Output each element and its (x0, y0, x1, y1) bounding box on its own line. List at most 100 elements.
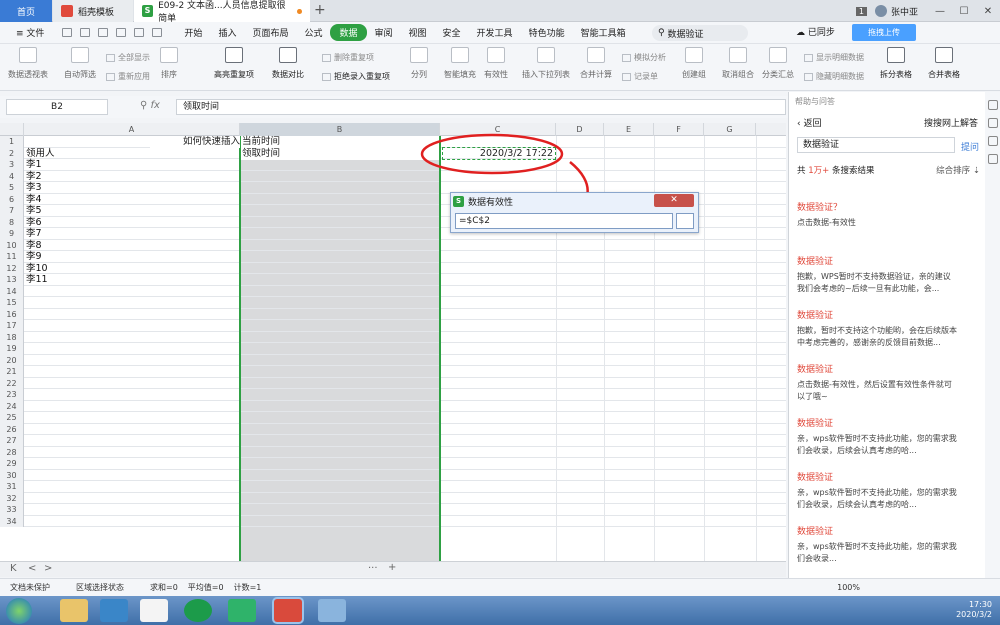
menu-developer[interactable]: 开发工具 (469, 26, 521, 39)
show-all-button[interactable]: 全部显示 (106, 52, 150, 63)
cell-a[interactable]: 李5 (26, 205, 42, 217)
reject-duplicates-button[interactable]: 拒绝录入重复项 (322, 71, 390, 82)
row-header[interactable]: 6 (0, 193, 24, 205)
row-header[interactable]: 19 (0, 343, 24, 355)
list-item[interactable]: 数据验证 亲，wps软件暂时不支持此功能，您的需求我们会收录，后续会认真考虑的哈.… (797, 470, 957, 511)
cell-a[interactable]: 李9 (26, 251, 42, 263)
result-title[interactable]: 数据验证 (797, 470, 957, 483)
menu-data[interactable]: 数据 (330, 24, 367, 41)
print-icon[interactable] (98, 28, 109, 37)
menu-smart-tools[interactable]: 智能工具箱 (573, 26, 634, 39)
row-header[interactable]: 24 (0, 400, 24, 412)
text-to-columns-button[interactable]: 分列 (410, 47, 428, 80)
row-header[interactable]: 14 (0, 285, 24, 297)
what-if-button[interactable]: 模拟分析 (622, 52, 666, 63)
row-header[interactable]: 28 (0, 446, 24, 458)
maximize-icon[interactable]: ☐ (952, 6, 976, 17)
row-header[interactable]: 2 (0, 147, 24, 159)
row-header[interactable]: 11 (0, 251, 24, 263)
new-tab-plus-icon[interactable]: + (314, 2, 326, 18)
protect-status[interactable]: 文档未保护 (10, 582, 50, 593)
row-header[interactable]: 22 (0, 377, 24, 389)
row-header[interactable]: 7 (0, 205, 24, 217)
sort-button[interactable]: 排序 (160, 47, 178, 80)
remove-duplicates-button[interactable]: 删除重复项 (322, 52, 374, 63)
app-icon[interactable] (184, 599, 212, 622)
side-tool-icon[interactable] (988, 118, 998, 128)
list-item[interactable]: 数据验证 亲，wps软件暂时不支持此功能，您的需求我们会收录... (797, 524, 957, 565)
save-icon[interactable] (62, 28, 73, 37)
side-tool-icon[interactable] (988, 154, 998, 164)
list-item[interactable]: 数据验证 抱歉，WPS暂时不支持数据验证，亲的建议我们会考虑的~后续一旦有此功能，… (797, 254, 957, 295)
column-header[interactable]: A (24, 123, 240, 136)
cell-b2[interactable]: 领取时间 (241, 148, 439, 160)
baidu-icon[interactable] (140, 599, 168, 622)
consolidate-button[interactable]: 合并计算 (580, 47, 612, 80)
menu-start[interactable]: 开始 (176, 26, 210, 39)
spreadsheet-grid[interactable]: A B C D E F G 1 2 领用人 3 李1 4 李2 5 李3 6 李4 7 李5 8 李6 9 李7… (0, 123, 786, 561)
result-title[interactable]: 数据验证 (797, 308, 957, 321)
row-header[interactable]: 34 (0, 515, 24, 527)
cell-a[interactable]: 李11 (26, 274, 48, 286)
dialog-close-button[interactable]: ✕ (654, 194, 694, 207)
select-all-corner[interactable] (0, 123, 24, 136)
auto-filter-button[interactable]: 自动筛选 (64, 47, 96, 80)
menu-review[interactable]: 审阅 (367, 26, 401, 39)
result-title[interactable]: 数据验证 (797, 524, 957, 537)
sync-status[interactable]: ☁ 已同步 (796, 25, 835, 38)
row-header[interactable]: 23 (0, 389, 24, 401)
sort-dropdown[interactable]: 综合排序 ⇣ (936, 164, 980, 176)
user-account[interactable]: 张中亚 (874, 5, 918, 18)
menu-formula[interactable]: 公式 (296, 26, 330, 39)
tab-daoke[interactable]: 稻壳模板 (53, 0, 133, 22)
web-search-link[interactable]: 搜搜网上解答 (924, 116, 978, 129)
cell-a[interactable]: 李4 (26, 194, 42, 206)
row-header[interactable]: 21 (0, 366, 24, 378)
column-header[interactable]: G (704, 123, 756, 136)
cell-a[interactable]: 李2 (26, 171, 42, 183)
side-tool-icon[interactable] (988, 100, 998, 110)
list-item[interactable]: 数据验证 亲，wps软件暂时不支持此功能，您的需求我们会收录，后续会认真考虑的哈.… (797, 416, 957, 457)
row-header[interactable]: 17 (0, 320, 24, 332)
row-header[interactable]: 20 (0, 354, 24, 366)
back-button[interactable]: ‹ 返回 (797, 116, 821, 129)
add-sheet-icon[interactable]: + (388, 562, 396, 573)
system-clock[interactable]: 17:30 2020/3/2 (956, 600, 992, 620)
record-form-button[interactable]: 记录单 (622, 71, 658, 82)
formula-input[interactable]: 领取时间 (176, 99, 786, 115)
ungroup-button[interactable]: 取消组合 (722, 47, 754, 80)
row-header[interactable]: 33 (0, 504, 24, 516)
range-picker-icon[interactable] (676, 213, 694, 229)
result-title[interactable]: 数据验证 (797, 416, 957, 429)
menu-insert[interactable]: 插入 (210, 26, 244, 39)
insert-dropdown-button[interactable]: 插入下拉列表 (522, 47, 570, 80)
row-header[interactable]: 4 (0, 170, 24, 182)
row-header[interactable]: 32 (0, 492, 24, 504)
row-header[interactable]: 26 (0, 423, 24, 435)
list-item[interactable]: 数据验证？ 点击数据-有效性 (797, 200, 957, 229)
redo-icon[interactable] (152, 28, 163, 37)
explorer-icon[interactable] (60, 599, 88, 622)
command-search[interactable]: ⚲ 数据验证 (652, 25, 748, 41)
row-header[interactable]: 18 (0, 331, 24, 343)
browser-icon[interactable] (100, 599, 128, 622)
row-header[interactable]: 9 (0, 228, 24, 240)
group-button[interactable]: 创建组 (682, 47, 706, 80)
row-header[interactable]: 30 (0, 469, 24, 481)
name-box[interactable]: B2 (6, 99, 108, 115)
tab-document[interactable]: S E09-2 文本函...人员信息提取很简单 (134, 0, 310, 24)
hide-detail-button[interactable]: 隐藏明细数据 (804, 71, 864, 82)
open-icon[interactable] (80, 28, 91, 37)
cell-a[interactable]: 李3 (26, 182, 42, 194)
ask-button[interactable]: 提问 (961, 140, 979, 153)
validity-button[interactable]: 有效性 (484, 47, 508, 80)
row-header[interactable]: 31 (0, 481, 24, 493)
menu-page-layout[interactable]: 页面布局 (244, 26, 296, 39)
close-icon[interactable]: ✕ (976, 6, 1000, 17)
media-icon[interactable] (228, 599, 256, 622)
column-header[interactable]: B (240, 123, 440, 136)
row-header[interactable]: 5 (0, 182, 24, 194)
smart-fill-button[interactable]: 智能填充 (444, 47, 476, 80)
result-title[interactable]: 数据验证？ (797, 200, 957, 213)
column-header[interactable]: F (654, 123, 704, 136)
